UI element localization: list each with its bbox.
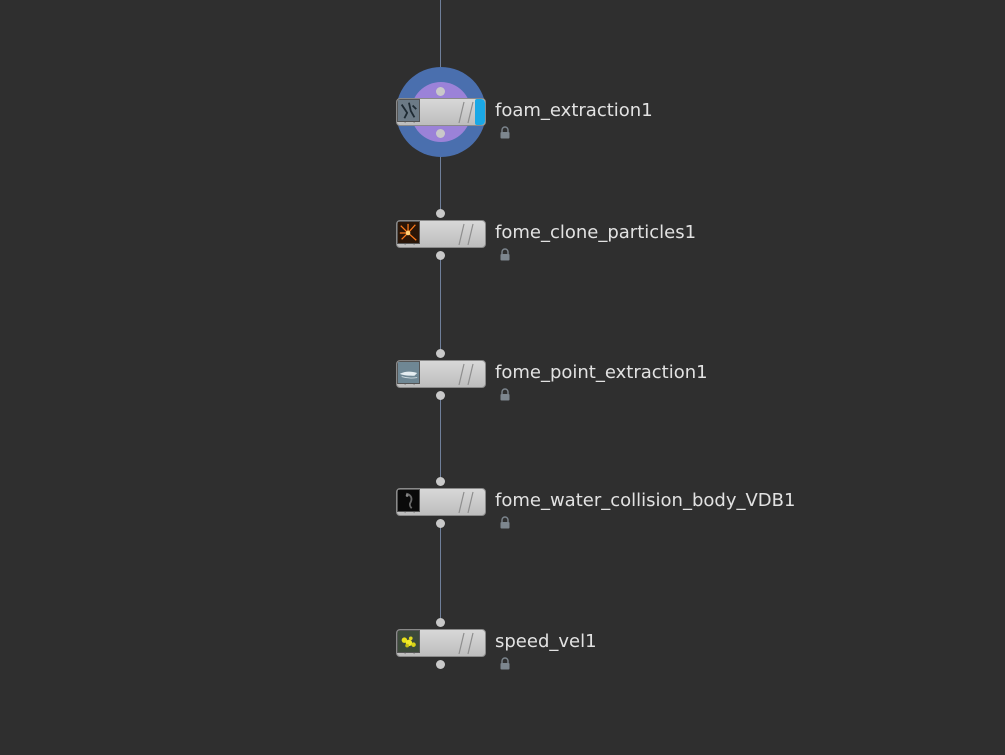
display-flag[interactable] (475, 99, 485, 125)
lock-icon[interactable] (499, 657, 511, 670)
node-output-port[interactable] (436, 391, 445, 400)
node-foam-extraction1[interactable] (396, 98, 486, 126)
node-body[interactable] (396, 629, 486, 657)
node-output-port[interactable] (436, 251, 445, 260)
orange-particles-thumbnail (397, 221, 420, 244)
node-fome-water-collision-body-vdb1[interactable] (396, 488, 486, 516)
node-label[interactable]: fome_point_extraction1 (495, 362, 708, 383)
node-output-port[interactable] (436, 660, 445, 669)
node-output-port[interactable] (436, 519, 445, 528)
yellow-points-thumbnail (397, 630, 420, 653)
node-input-port[interactable] (436, 618, 445, 627)
node-fome-clone-particles1[interactable] (396, 220, 486, 248)
node-label[interactable]: fome_clone_particles1 (495, 222, 696, 243)
lock-icon[interactable] (499, 126, 511, 139)
node-body[interactable] (396, 220, 486, 248)
node-body[interactable] (396, 360, 486, 388)
node-body[interactable] (396, 488, 486, 516)
lock-icon[interactable] (499, 388, 511, 401)
wire-point-to-vdb[interactable] (440, 395, 441, 482)
node-output-port[interactable] (436, 129, 445, 138)
node-input-port[interactable] (436, 87, 445, 96)
node-input-port[interactable] (436, 477, 445, 486)
node-label[interactable]: speed_vel1 (495, 631, 597, 652)
dark-volume-thumbnail (397, 489, 420, 512)
lock-icon[interactable] (499, 516, 511, 529)
node-input-port[interactable] (436, 349, 445, 358)
node-label[interactable]: foam_extraction1 (495, 100, 653, 121)
wire-vdb-to-speed[interactable] (440, 523, 441, 623)
node-input-port[interactable] (436, 209, 445, 218)
boat-wake-thumbnail (397, 361, 420, 384)
node-speed-vel1[interactable] (396, 629, 486, 657)
node-body[interactable] (396, 98, 486, 126)
water-splash-thumbnail (397, 99, 420, 122)
wire-clone-to-point[interactable] (440, 255, 441, 354)
node-label[interactable]: fome_water_collision_body_VDB1 (495, 490, 795, 511)
lock-icon[interactable] (499, 248, 511, 261)
node-fome-point-extraction1[interactable] (396, 360, 486, 388)
network-editor-canvas[interactable]: foam_extraction1 fome_clone_particles1 f… (0, 0, 1005, 755)
